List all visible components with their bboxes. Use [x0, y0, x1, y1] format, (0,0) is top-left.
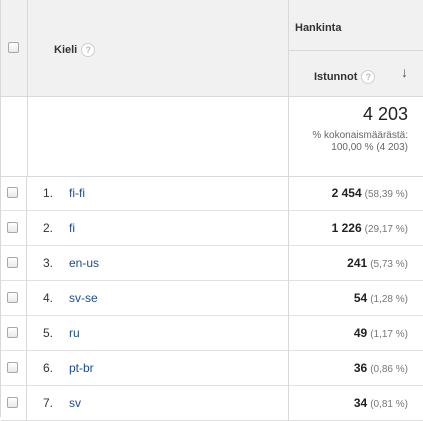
row-dimension-cell: 6. pt-br: [28, 351, 289, 386]
language-link[interactable]: pt-br: [69, 361, 94, 375]
row-checkbox[interactable]: [7, 397, 18, 408]
select-all-checkbox[interactable]: [8, 42, 19, 53]
sessions-value: 36: [353, 361, 368, 375]
table-row: 1. fi-fi 2 454 (58,39 %): [1, 176, 423, 211]
row-sessions: 49 (1,17 %): [354, 326, 408, 340]
header-checkbox-cell: [1, 0, 28, 97]
dimension-header: Kieli?: [28, 0, 289, 97]
row-checkbox[interactable]: [7, 257, 18, 268]
row-sessions: 241 (5,73 %): [347, 256, 408, 270]
dimension-header-label-wrap: Kieli?: [54, 43, 96, 57]
row-metric-cell: 1 226 (29,17 %): [289, 211, 423, 246]
metric-group-header: Hankinta Istunnot? ↓: [289, 0, 423, 97]
row-index: 2.: [43, 221, 54, 235]
summary-metric-cell: 4 203 % kokonaismäärästä: 100,00 % (4 20…: [289, 97, 423, 176]
language-link[interactable]: fi: [69, 221, 75, 235]
row-sessions: 2 454 (58,39 %): [332, 186, 408, 200]
table-header: Kieli? Hankinta Istunnot? ↓: [1, 0, 423, 97]
row-checkbox[interactable]: [7, 327, 18, 338]
sessions-value: 34: [353, 396, 368, 410]
row-checkbox[interactable]: [7, 187, 18, 198]
table-row: 3. en-us 241 (5,73 %): [1, 246, 423, 281]
language-link[interactable]: sv-se: [69, 291, 98, 305]
row-sessions: 1 226 (29,17 %): [332, 221, 408, 235]
summary-checkbox-cell: [1, 97, 28, 176]
dimension-header-label: Kieli: [54, 43, 78, 56]
table-row: 4. sv-se 54 (1,28 %): [1, 281, 423, 316]
language-link[interactable]: ru: [69, 326, 80, 340]
row-checkbox-cell: [1, 316, 27, 351]
row-metric-cell: 54 (1,28 %): [289, 281, 423, 316]
row-dimension-cell: 7. sv: [28, 386, 289, 421]
row-checkbox-cell: [1, 211, 27, 246]
row-metric-cell: 49 (1,17 %): [289, 316, 423, 351]
row-checkbox-cell: [1, 281, 27, 316]
table-row: 7. sv 34 (0,81 %): [1, 386, 423, 421]
row-metric-cell: 2 454 (58,39 %): [289, 176, 423, 211]
row-checkbox-cell: [1, 176, 27, 211]
sessions-percent: (58,39 %): [364, 189, 408, 200]
sessions-value: 241: [347, 256, 368, 270]
language-link[interactable]: fi-fi: [69, 186, 85, 200]
metric-header[interactable]: Istunnot?: [314, 70, 376, 84]
sessions-percent: (1,17 %): [370, 329, 408, 340]
row-sessions: 54 (1,28 %): [354, 291, 408, 305]
percent-of-total-label: % kokonaismäärästä:: [312, 130, 408, 141]
metric-group-label: Hankinta: [295, 22, 342, 34]
table-row: 6. pt-br 36 (0,86 %): [1, 351, 423, 386]
row-metric-cell: 241 (5,73 %): [289, 246, 423, 281]
sessions-value: 54: [353, 291, 368, 305]
row-checkbox-cell: [1, 246, 27, 281]
row-index: 6.: [43, 361, 54, 375]
row-checkbox[interactable]: [7, 292, 18, 303]
sessions-value: 49: [353, 326, 368, 340]
percent-of-total-value: 100,00 % (4 203): [331, 142, 408, 153]
sessions-percent: (29,17 %): [364, 224, 408, 235]
language-link[interactable]: en-us: [69, 256, 99, 270]
sessions-percent: (0,81 %): [370, 399, 408, 410]
table-row: 5. ru 49 (1,17 %): [1, 316, 423, 351]
row-checkbox-cell: [1, 351, 27, 386]
language-report-table: Kieli? Hankinta Istunnot? ↓ 4 203 % koko…: [0, 0, 423, 421]
sessions-value: 2 454: [331, 186, 362, 200]
sessions-percent: (5,73 %): [370, 259, 408, 270]
row-dimension-cell: 3. en-us: [28, 246, 289, 281]
row-index: 1.: [43, 186, 54, 200]
language-link[interactable]: sv: [69, 396, 81, 410]
row-metric-cell: 34 (0,81 %): [289, 386, 423, 421]
dimension-help-icon[interactable]: ?: [81, 43, 96, 57]
summary-dimension-cell: [28, 97, 289, 176]
metric-help-icon[interactable]: ?: [361, 70, 376, 84]
sessions-percent: (1,28 %): [370, 294, 408, 305]
row-checkbox[interactable]: [7, 222, 18, 233]
sessions-percent: (0,86 %): [370, 364, 408, 375]
summary-row: 4 203 % kokonaismäärästä: 100,00 % (4 20…: [1, 97, 423, 177]
row-sessions: 36 (0,86 %): [354, 361, 408, 375]
row-dimension-cell: 1. fi-fi: [28, 176, 289, 211]
sessions-total: 4 203: [362, 104, 408, 124]
row-metric-cell: 36 (0,86 %): [289, 351, 423, 386]
row-dimension-cell: 5. ru: [28, 316, 289, 351]
row-index: 3.: [43, 256, 54, 270]
metric-header-label[interactable]: Istunnot: [314, 71, 357, 83]
row-checkbox[interactable]: [7, 362, 18, 373]
table-row: 2. fi 1 226 (29,17 %): [1, 211, 423, 246]
row-sessions: 34 (0,81 %): [354, 396, 408, 410]
row-dimension-cell: 2. fi: [28, 211, 289, 246]
sort-descending-icon[interactable]: ↓: [401, 64, 408, 80]
row-checkbox-cell: [1, 386, 27, 421]
row-index: 5.: [43, 326, 54, 340]
sessions-value: 1 226: [331, 221, 362, 235]
row-dimension-cell: 4. sv-se: [28, 281, 289, 316]
header-divider: [289, 50, 423, 51]
row-index: 7.: [43, 396, 54, 410]
row-index: 4.: [43, 291, 54, 305]
